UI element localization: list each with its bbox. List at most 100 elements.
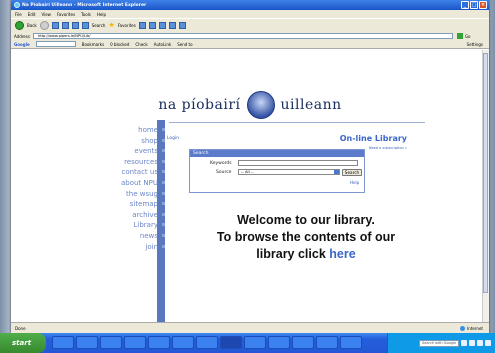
menu-favorites[interactable]: Favorites [57, 12, 75, 17]
here-link[interactable]: here [329, 247, 355, 261]
windows-taskbar: start Search with Google [0, 333, 495, 353]
send-to-button[interactable]: Send to [177, 42, 192, 47]
status-bar: Done Internet [11, 322, 489, 333]
menu-bar: File Edit View Favorites Tools Help [11, 10, 489, 18]
back-arrow-icon[interactable] [15, 21, 24, 30]
site-name-left: na píobairí [158, 97, 241, 113]
login-link[interactable]: Login [167, 136, 179, 141]
edit-icon[interactable] [168, 22, 176, 29]
nav-library[interactable]: Library [103, 220, 165, 231]
popup-blocked-button[interactable]: 0 blocked [110, 42, 129, 47]
autolink-button[interactable]: AutoLink [154, 42, 171, 47]
taskbar-item[interactable] [52, 336, 74, 349]
status-text: Done [15, 325, 26, 331]
taskbar-item[interactable] [196, 336, 218, 349]
source-select[interactable]: -- All -- [238, 169, 340, 175]
stop-icon[interactable] [51, 22, 59, 29]
site-header: na píobairí uilleann [11, 91, 489, 119]
spell-check-button[interactable]: Check [135, 42, 147, 47]
taskbar-item[interactable] [172, 336, 194, 349]
page-title: On-line Library [339, 134, 407, 143]
refresh-icon[interactable] [61, 22, 69, 29]
search-button[interactable]: Search [342, 169, 362, 176]
nav-the-wsug[interactable]: the wsug [103, 189, 165, 200]
address-input[interactable]: http://www.pipers.ie/NPU/Lib/ [32, 33, 453, 39]
favorites-label[interactable]: Favorites [118, 23, 136, 28]
nav-home[interactable]: home [103, 125, 165, 136]
tray-icon[interactable] [461, 340, 467, 346]
minimize-button[interactable]: _ [461, 1, 469, 9]
nav-resources[interactable]: resources [103, 157, 165, 168]
taskbar-item[interactable] [100, 336, 122, 349]
taskbar-item[interactable] [148, 336, 170, 349]
maximize-button[interactable]: □ [470, 1, 478, 9]
forward-arrow-icon[interactable] [39, 21, 49, 30]
taskbar-item[interactable] [244, 336, 266, 349]
menu-tools[interactable]: Tools [81, 12, 91, 17]
go-label[interactable]: Go [465, 34, 471, 39]
source-label: Source [216, 170, 232, 175]
tray-icon[interactable] [485, 340, 491, 346]
print-icon[interactable] [158, 22, 166, 29]
bookmarks-button[interactable]: Bookmarks [82, 42, 104, 47]
history-icon[interactable] [138, 22, 146, 29]
standard-toolbar: Back Search ★ Favorites [11, 18, 489, 32]
search-label[interactable]: Search [92, 23, 106, 28]
vertical-scrollbar[interactable] [482, 50, 489, 322]
npu-logo [246, 91, 275, 119]
zone-label: Internet [467, 325, 483, 331]
address-bar: Address http://www.pipers.ie/NPU/Lib/ Go [11, 32, 489, 40]
menu-edit[interactable]: Edit [28, 12, 36, 17]
dropdown-arrow-icon[interactable] [334, 170, 339, 174]
site-name-right: uilleann [280, 97, 342, 113]
system-tray: Search with Google [387, 333, 495, 353]
menu-help[interactable]: Help [97, 12, 106, 17]
settings-button[interactable]: Settings [467, 42, 483, 47]
nav-about-npu[interactable]: about NPU [103, 178, 165, 189]
tray-icon[interactable] [469, 340, 475, 346]
subscription-link[interactable]: Need a subscription » [369, 146, 407, 150]
back-label[interactable]: Back [27, 23, 37, 28]
nav-sitemap[interactable]: sitemap [103, 199, 165, 210]
go-arrow-icon[interactable] [456, 33, 463, 39]
nav-archive[interactable]: archive [103, 210, 165, 221]
mail-icon[interactable] [148, 22, 156, 29]
nav-shop[interactable]: shop [103, 136, 165, 147]
title-bar[interactable]: Na Píobairí Uilleann - Microsoft Interne… [11, 0, 489, 10]
taskbar-item[interactable] [124, 336, 146, 349]
keywords-input[interactable] [238, 160, 358, 166]
favorites-star-icon[interactable]: ★ [108, 22, 114, 29]
search-form: Search Keywords Source -- All -- Search … [189, 149, 365, 193]
nav-join[interactable]: join [103, 242, 165, 253]
welcome-line-1: Welcome to our library. [237, 213, 375, 227]
taskbar-item[interactable] [340, 336, 362, 349]
help-link[interactable]: Help [350, 180, 359, 185]
nav-contact-us[interactable]: contact us [103, 167, 165, 178]
search-icon[interactable] [81, 22, 89, 29]
taskbar-search-input[interactable]: Search with Google [419, 339, 459, 347]
welcome-message: Welcome to our library. To browse the co… [176, 212, 436, 263]
nav-news[interactable]: news [103, 231, 165, 242]
address-label: Address [14, 33, 30, 39]
folder-icon[interactable] [178, 22, 186, 29]
scrollbar-thumb[interactable] [483, 53, 488, 293]
welcome-line-3: library click [256, 247, 326, 261]
taskbar-item[interactable] [316, 336, 338, 349]
welcome-line-2: To browse the contents of our [216, 230, 396, 244]
google-search-input[interactable] [35, 41, 76, 47]
google-toolbar: Google Bookmarks 0 blocked Check AutoLin… [11, 40, 489, 49]
internet-zone-icon [460, 325, 466, 331]
taskbar-item[interactable] [76, 336, 98, 349]
search-form-header: Search [190, 150, 364, 157]
taskbar-item[interactable] [268, 336, 290, 349]
taskbar-item[interactable] [292, 336, 314, 349]
start-button[interactable]: start [0, 333, 46, 353]
nav-events[interactable]: events [103, 146, 165, 157]
menu-file[interactable]: File [15, 12, 22, 17]
tray-icon[interactable] [477, 340, 483, 346]
home-icon[interactable] [71, 22, 79, 29]
close-button[interactable]: × [479, 1, 487, 9]
browser-window: Na Píobairí Uilleann - Microsoft Interne… [11, 0, 489, 333]
taskbar-item-active[interactable] [220, 336, 242, 349]
menu-view[interactable]: View [41, 12, 51, 17]
